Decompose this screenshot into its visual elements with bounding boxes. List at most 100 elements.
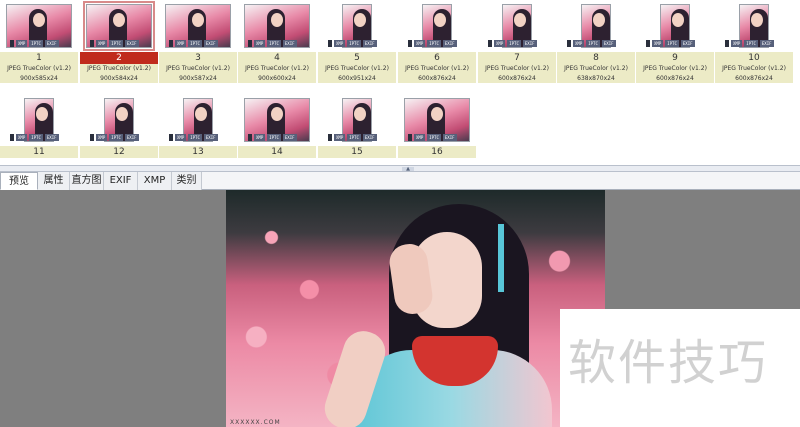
metadata-badge-iptc: IPTC bbox=[109, 134, 123, 141]
metadata-badge-exif: EXIF bbox=[124, 40, 139, 47]
metadata-badges: XMP IPTC EXIF bbox=[248, 134, 297, 141]
metadata-badge-iptc: IPTC bbox=[29, 134, 43, 141]
metadata-badge-iptc: IPTC bbox=[665, 40, 679, 47]
thumbnail-number: 1 bbox=[0, 52, 78, 64]
thumbnail-item[interactable]: XMP IPTC EXIF 11 bbox=[0, 94, 78, 176]
preview-caption: XXXXXX.COM bbox=[230, 419, 281, 426]
thumbnail-item[interactable]: XMP IPTC EXIF 2 JPEG TrueColor (v1.2) 900x584… bbox=[80, 0, 158, 83]
metadata-badge-exif: EXIF bbox=[203, 40, 218, 47]
thumbnail-format: JPEG TrueColor (v1.2) bbox=[238, 64, 316, 74]
preview-ribbon bbox=[498, 224, 504, 292]
metadata-badges: XMP IPTC EXIF bbox=[725, 40, 774, 47]
thumbnail-item[interactable]: XMP IPTC EXIF 8 JPEG TrueColor (v1.2) 638x870… bbox=[557, 0, 635, 83]
panel-splitter[interactable]: ▲ bbox=[0, 165, 800, 172]
info-tab-bar: 预览 属性 直方图 EXIF XMP 类别 bbox=[0, 172, 800, 190]
thumbnail-format: JPEG TrueColor (v1.2) bbox=[478, 64, 556, 74]
metadata-badges: XMP IPTC EXIF bbox=[408, 134, 457, 141]
thumbnail-item[interactable]: XMP IPTC EXIF 5 JPEG TrueColor (v1.2) 600x951… bbox=[318, 0, 396, 83]
thumbnail-item[interactable]: XMP IPTC EXIF 16 bbox=[398, 94, 476, 176]
thumbnail-number: 10 bbox=[715, 52, 793, 64]
metadata-badges: XMP IPTC EXIF bbox=[169, 40, 218, 47]
metadata-badges: XMP IPTC EXIF bbox=[328, 40, 377, 47]
thumbnail-number: 2 bbox=[80, 52, 158, 64]
metadata-badge-exif: EXIF bbox=[124, 134, 139, 141]
thumbnail-dimensions: 638x870x24 bbox=[557, 74, 635, 83]
thumbnail-browser: XMP IPTC EXIF 1 JPEG TrueColor (v1.2) 900x585… bbox=[0, 0, 800, 165]
thumbnail-item[interactable]: XMP IPTC EXIF 15 bbox=[318, 94, 396, 176]
metadata-badge-xmp: XMP bbox=[175, 40, 187, 47]
thumbnail-number: 7 bbox=[478, 52, 556, 64]
metadata-badge-exif: EXIF bbox=[601, 40, 616, 47]
metadata-badge-exif: EXIF bbox=[203, 134, 218, 141]
metadata-badge-xmp: XMP bbox=[573, 40, 585, 47]
thumbnail-dimensions: 900x585x24 bbox=[0, 74, 78, 83]
thumbnail-number: 13 bbox=[159, 146, 237, 158]
metadata-badges: XMP IPTC EXIF bbox=[408, 40, 457, 47]
metadata-badge-iptc: IPTC bbox=[744, 40, 758, 47]
metadata-badge-iptc: IPTC bbox=[507, 40, 521, 47]
thumbnail-item[interactable]: XMP IPTC EXIF 10 JPEG TrueColor (v1.2) 600x87… bbox=[715, 0, 793, 83]
tab-properties[interactable]: 属性 bbox=[38, 172, 70, 190]
thumbnail-dimensions: 900x584x24 bbox=[80, 74, 158, 83]
tab-xmp[interactable]: XMP bbox=[138, 172, 172, 190]
watermark-text: 软件技巧 bbox=[568, 335, 769, 391]
thumbnail-number: 12 bbox=[80, 146, 158, 158]
thumbnail-format: JPEG TrueColor (v1.2) bbox=[80, 64, 158, 74]
thumbnail-item[interactable]: XMP IPTC EXIF 12 bbox=[80, 94, 158, 176]
preview-image: XXXXXX.COM bbox=[226, 190, 605, 427]
metadata-badge-xmp: XMP bbox=[96, 40, 108, 47]
metadata-badge-exif: EXIF bbox=[442, 134, 457, 141]
thumbnail-item[interactable]: XMP IPTC EXIF 6 JPEG TrueColor (v1.2) 600x876… bbox=[398, 0, 476, 83]
metadata-badges: XMP IPTC EXIF bbox=[90, 134, 139, 141]
metadata-badge-xmp: XMP bbox=[731, 40, 743, 47]
metadata-badge-xmp: XMP bbox=[96, 134, 108, 141]
thumbnail-dimensions: 600x951x24 bbox=[318, 74, 396, 83]
metadata-badge-iptc: IPTC bbox=[267, 40, 281, 47]
metadata-badges: XMP IPTC EXIF bbox=[248, 40, 297, 47]
tab-category[interactable]: 类别 bbox=[172, 172, 202, 190]
thumbnail-dimensions: 900x600x24 bbox=[238, 74, 316, 83]
metadata-badges: XMP IPTC EXIF bbox=[90, 40, 139, 47]
metadata-badges: XMP IPTC EXIF bbox=[10, 134, 59, 141]
tab-preview[interactable]: 预览 bbox=[0, 172, 38, 190]
metadata-badge-iptc: IPTC bbox=[188, 134, 202, 141]
metadata-badge-iptc: IPTC bbox=[347, 40, 361, 47]
metadata-badge-xmp: XMP bbox=[494, 40, 506, 47]
thumbnail-format: JPEG TrueColor (v1.2) bbox=[715, 64, 793, 74]
thumbnail-item[interactable]: XMP IPTC EXIF 4 JPEG TrueColor (v1.2) 900x600… bbox=[238, 0, 316, 83]
thumbnail-number: 4 bbox=[238, 52, 316, 64]
thumbnail-item[interactable]: XMP IPTC EXIF 3 JPEG TrueColor (v1.2) 900x587… bbox=[159, 0, 237, 83]
thumbnail-dimensions: 600x876x24 bbox=[715, 74, 793, 83]
thumbnail-number: 5 bbox=[318, 52, 396, 64]
thumbnail-number: 16 bbox=[398, 146, 476, 158]
thumbnail-item[interactable]: XMP IPTC EXIF 14 bbox=[238, 94, 316, 176]
thumbnail-number: 6 bbox=[398, 52, 476, 64]
collapse-arrow-icon[interactable]: ▲ bbox=[402, 167, 414, 172]
metadata-badge-exif: EXIF bbox=[442, 40, 457, 47]
thumbnail-item[interactable]: XMP IPTC EXIF 7 JPEG TrueColor (v1.2) 600x876… bbox=[478, 0, 556, 83]
metadata-badge-exif: EXIF bbox=[44, 134, 59, 141]
metadata-badge-xmp: XMP bbox=[414, 134, 426, 141]
metadata-badge-exif: EXIF bbox=[362, 40, 377, 47]
metadata-badges: XMP IPTC EXIF bbox=[488, 40, 537, 47]
tab-histogram[interactable]: 直方图 bbox=[70, 172, 104, 190]
thumbnail-dimensions: 600x876x24 bbox=[478, 74, 556, 83]
thumbnail-item[interactable]: XMP IPTC EXIF 1 JPEG TrueColor (v1.2) 900x585… bbox=[0, 0, 78, 83]
thumbnail-number: 8 bbox=[557, 52, 635, 64]
metadata-badge-xmp: XMP bbox=[16, 40, 28, 47]
watermark-panel: 软件技巧 bbox=[560, 309, 800, 427]
metadata-badge-iptc: IPTC bbox=[267, 134, 281, 141]
metadata-badges: XMP IPTC EXIF bbox=[328, 134, 377, 141]
thumbnail-item[interactable]: XMP IPTC EXIF 9 JPEG TrueColor (v1.2) 600x876… bbox=[636, 0, 714, 83]
metadata-badges: XMP IPTC EXIF bbox=[10, 40, 59, 47]
thumbnail-item[interactable]: XMP IPTC EXIF 13 bbox=[159, 94, 237, 176]
metadata-badge-iptc: IPTC bbox=[29, 40, 43, 47]
thumbnail-number: 15 bbox=[318, 146, 396, 158]
metadata-badge-xmp: XMP bbox=[16, 134, 28, 141]
metadata-badge-iptc: IPTC bbox=[427, 134, 441, 141]
metadata-badges: XMP IPTC EXIF bbox=[169, 134, 218, 141]
thumbnail-number: 9 bbox=[636, 52, 714, 64]
metadata-badge-exif: EXIF bbox=[44, 40, 59, 47]
metadata-badge-xmp: XMP bbox=[334, 134, 346, 141]
tab-exif[interactable]: EXIF bbox=[104, 172, 138, 190]
